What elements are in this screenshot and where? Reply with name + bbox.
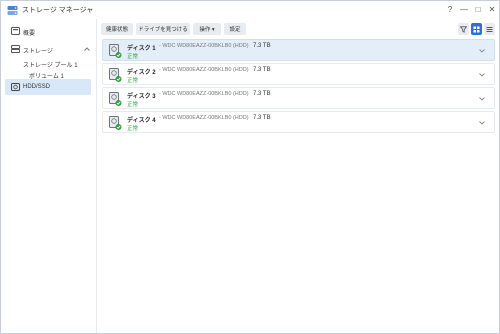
list-view-icon [486, 26, 493, 32]
disk-name: ディスク 1 [127, 46, 156, 52]
hard-disk-icon [109, 116, 122, 130]
overview-icon [11, 27, 20, 35]
close-button[interactable]: ✕ [486, 4, 498, 16]
sidebar-item-label: ストレージ [23, 49, 53, 55]
hard-disk-icon [109, 44, 122, 58]
disk-status: 正常 [127, 78, 139, 84]
disk-size: 7.3 TB [253, 67, 271, 73]
settings-button[interactable]: 設定 [224, 23, 246, 35]
storage-manager-window: ストレージ マネージャ ? — □ ✕ 概要 ストレージ ストレージ プール 1… [0, 0, 500, 334]
minimize-button[interactable]: — [458, 4, 470, 16]
disk-row-3[interactable]: ディスク 3 - WDC WD80EAZZ-00BKLB0 (HDD) 7.3 … [102, 87, 495, 109]
toolbar: 健康状態 ドライブを見つける 操作 ▾ 設定 [101, 23, 497, 37]
disk-status: 正常 [127, 102, 139, 108]
hard-disk-icon [109, 68, 122, 82]
disk-row-1[interactable]: ディスク 1 - WDC WD80EAZZ-00BKLB0 (HDD) 7.3 … [102, 39, 495, 61]
list-view-button[interactable] [484, 23, 495, 35]
disk-size: 7.3 TB [253, 91, 271, 97]
sidebar-item-storage-pool[interactable]: ストレージ プール 1 [23, 60, 78, 69]
disk-model: - WDC WD80EAZZ-00BKLB0 (HDD) [159, 43, 249, 49]
disk-status: 正常 [127, 54, 139, 60]
sidebar-item-label: 概要 [23, 31, 36, 37]
chevron-down-icon[interactable] [478, 47, 486, 55]
sidebar: 概要 ストレージ ストレージ プール 1 ボリューム 1 HDD/SSD [1, 19, 97, 333]
disk-name: ディスク 4 [127, 118, 156, 124]
disk-status: 正常 [127, 126, 139, 132]
find-drive-button[interactable]: ドライブを見つける [136, 23, 190, 35]
filter-icon [460, 25, 467, 33]
window-title: ストレージ マネージャ [22, 7, 94, 14]
grid-view-button[interactable] [471, 23, 482, 35]
chevron-up-icon[interactable] [83, 45, 91, 53]
hdd-icon [11, 83, 20, 91]
chevron-down-icon[interactable] [478, 71, 486, 79]
title-bar: ストレージ マネージャ ? — □ ✕ [1, 1, 499, 19]
filter-button[interactable] [458, 23, 469, 35]
disk-size: 7.3 TB [253, 115, 271, 121]
disk-model: - WDC WD80EAZZ-00BKLB0 (HDD) [159, 115, 249, 121]
disk-size: 7.3 TB [253, 43, 271, 49]
sidebar-item-overview[interactable]: 概要 [5, 23, 91, 39]
disk-model: - WDC WD80EAZZ-00BKLB0 (HDD) [159, 67, 249, 73]
sidebar-item-label: HDD/SSD [23, 84, 51, 90]
action-dropdown-button[interactable]: 操作 ▾ [193, 23, 221, 35]
sidebar-item-storage[interactable]: ストレージ [5, 41, 91, 57]
disk-name: ディスク 3 [127, 94, 156, 100]
grid-view-icon [473, 26, 480, 32]
disk-name: ディスク 2 [127, 70, 156, 76]
disk-row-4[interactable]: ディスク 4 - WDC WD80EAZZ-00BKLB0 (HDD) 7.3 … [102, 111, 495, 133]
disk-model: - WDC WD80EAZZ-00BKLB0 (HDD) [159, 91, 249, 97]
maximize-button[interactable]: □ [472, 4, 484, 16]
storage-icon [11, 45, 20, 53]
chevron-down-icon[interactable] [478, 119, 486, 127]
health-status-button[interactable]: 健康状態 [101, 23, 133, 35]
sidebar-item-hdd-ssd[interactable]: HDD/SSD [5, 79, 91, 95]
help-button[interactable]: ? [444, 4, 456, 16]
chevron-down-icon[interactable] [478, 95, 486, 103]
storage-manager-app-icon [7, 6, 18, 15]
disk-row-2[interactable]: ディスク 2 - WDC WD80EAZZ-00BKLB0 (HDD) 7.3 … [102, 63, 495, 85]
hard-disk-icon [109, 92, 122, 106]
